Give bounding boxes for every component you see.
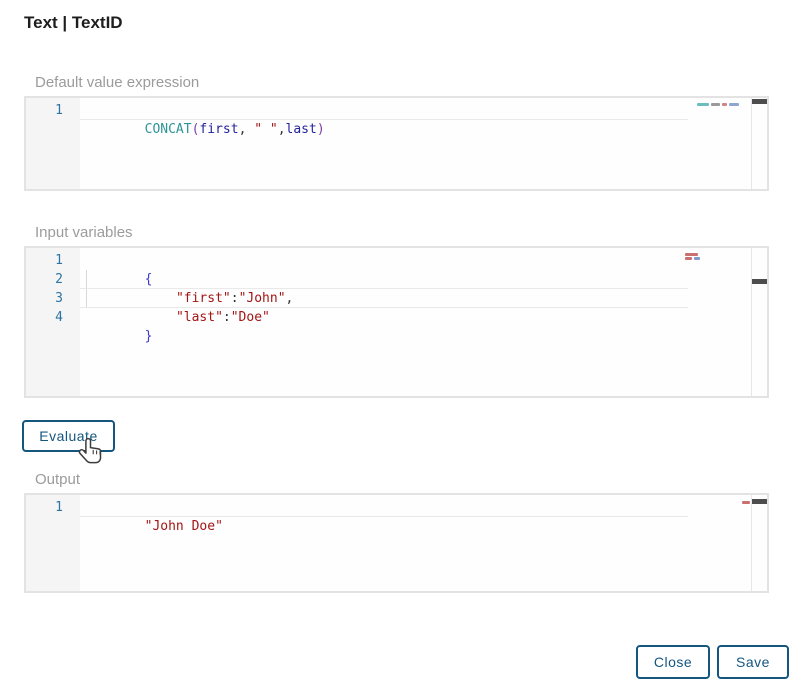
minimap-mark (685, 257, 692, 260)
scrollbar-thumb[interactable] (752, 499, 767, 504)
code-line[interactable]: } (80, 308, 750, 344)
save-button[interactable]: Save (717, 645, 789, 679)
close-button-label: Close (653, 654, 693, 670)
expression-dialog: Text | TextID Default value expression 1… (0, 0, 792, 685)
input-variables-editor[interactable]: 1 2 3 4 { "first":"John", "last":"Doe" } (24, 246, 769, 398)
token-paren: ) (316, 122, 325, 137)
expression-editor-label: Default value expression (35, 74, 200, 91)
token-variable: last (285, 122, 317, 137)
vertical-scrollbar[interactable] (751, 98, 767, 189)
output-editor-label: Output (35, 471, 81, 488)
line-number-gutter: 1 2 3 4 (26, 248, 80, 396)
save-button-label: Save (736, 654, 770, 670)
evaluate-button-label: Evaluate (39, 428, 98, 444)
minimap[interactable] (742, 501, 750, 504)
minimap-mark (694, 257, 700, 260)
token-plain: , (277, 122, 286, 137)
code-line[interactable]: "last":"Doe" (80, 289, 750, 325)
scrollbar-thumb[interactable] (752, 99, 767, 104)
minimap-mark (722, 103, 727, 106)
line-number: 1 (55, 253, 63, 268)
code-line[interactable]: "first":"John", (80, 270, 750, 306)
page-title: Text | TextID (24, 13, 123, 32)
output-editor[interactable]: 1 "John Doe" (24, 493, 769, 593)
vertical-scrollbar[interactable] (751, 248, 767, 396)
close-button[interactable]: Close (636, 645, 710, 679)
line-number: 1 (55, 103, 63, 118)
token-brace: } (144, 329, 153, 344)
vertical-scrollbar[interactable] (751, 495, 767, 591)
minimap-mark (685, 253, 698, 256)
token-function: CONCAT (144, 122, 192, 137)
minimap-mark (697, 103, 709, 106)
output-code-area[interactable]: "John Doe" (80, 495, 750, 591)
expression-editor[interactable]: 1 CONCAT(first, " ",last) (24, 96, 769, 191)
token-plain: , (238, 122, 255, 137)
line-number-gutter: 1 (26, 98, 80, 189)
line-number: 2 (55, 272, 63, 287)
token-string: "John Doe" (144, 519, 223, 534)
input-editor-label: Input variables (35, 224, 133, 241)
minimap-mark (711, 103, 720, 106)
line-number-gutter: 1 (26, 495, 80, 591)
token-string: " " (254, 122, 278, 137)
evaluate-button[interactable]: Evaluate (22, 420, 115, 452)
scrollbar-thumb[interactable] (752, 279, 767, 284)
token-variable: first (199, 122, 239, 137)
input-code-area[interactable]: { "first":"John", "last":"Doe" } (80, 248, 750, 396)
code-line[interactable]: { (80, 251, 750, 287)
line-number: 3 (55, 291, 63, 306)
line-number: 1 (55, 500, 63, 515)
code-line[interactable]: "John Doe" (80, 498, 750, 534)
minimap[interactable] (685, 253, 700, 260)
minimap[interactable] (697, 103, 739, 106)
minimap-mark (729, 103, 739, 106)
minimap-mark (742, 501, 750, 504)
expression-code-area[interactable]: CONCAT(first, " ",last) (80, 98, 750, 189)
line-number: 4 (55, 310, 63, 325)
code-line[interactable]: CONCAT(first, " ",last) (80, 101, 750, 137)
